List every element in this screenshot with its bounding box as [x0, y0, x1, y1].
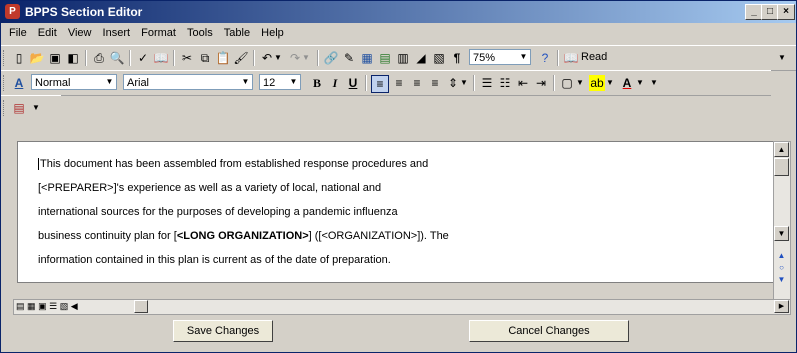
undo-dropdown-icon[interactable]: ▼	[273, 50, 283, 66]
select-browse-object-icon[interactable]: ○	[774, 262, 789, 274]
align-right-icon[interactable]: ≡	[409, 75, 425, 91]
align-left-icon[interactable]: ≡	[371, 75, 389, 93]
text-cursor	[38, 158, 39, 171]
scroll-right-button[interactable]: ▶	[774, 300, 789, 313]
menu-tools[interactable]: Tools	[183, 25, 217, 41]
open-folder-icon[interactable]: 📂	[29, 50, 45, 66]
align-center-icon[interactable]: ≡	[391, 75, 407, 91]
formatting-toolbar: A Normal ▼ Arial ▼ 12 ▼ B I U ≡ ≡ ≡ ≡ ⇕ ▼ ☰…	[1, 70, 771, 96]
view-buttons: ▤ ▦ ▣ ☰ ▧ ◀	[16, 300, 78, 313]
bold-icon[interactable]: B	[309, 75, 325, 91]
borders-dropdown-icon[interactable]: ▼	[575, 75, 585, 91]
show-hide-icon[interactable]: ¶	[449, 50, 465, 66]
tables-borders-icon[interactable]: ✎	[341, 50, 357, 66]
font-color-dropdown-icon[interactable]: ▼	[635, 75, 645, 91]
web-layout-icon[interactable]: ▦	[27, 301, 36, 311]
font-color-icon[interactable]: A	[619, 75, 635, 91]
paragraph-line: This document has been assembled from es…	[38, 158, 429, 171]
menu-help[interactable]: Help	[257, 25, 288, 41]
zoom-select[interactable]: 75% ▼	[469, 49, 531, 65]
menu-bar: File Edit View Insert Format Tools Table…	[5, 25, 792, 43]
highlight-icon[interactable]: ab	[589, 75, 605, 91]
document-map-icon[interactable]: ▧	[431, 50, 447, 66]
standard-toolbar: ▯ 📂 ▣ ◧ ⎙ 🔍 ✓ 📖 ✂ ⧉ 📋 🖌 ↶ ▼ ↷ ▼ 🔗 ✎ ▦ ▤ …	[1, 45, 796, 71]
save-changes-button[interactable]: Save Changes	[173, 320, 273, 342]
styles-formatting-icon[interactable]: A	[11, 75, 27, 91]
borders-icon[interactable]: ▢	[559, 75, 575, 91]
reading-layout-icon[interactable]: ▧	[60, 301, 69, 311]
underline-icon[interactable]: U	[345, 75, 361, 91]
font-size-select[interactable]: 12 ▼	[259, 74, 301, 90]
next-page-icon[interactable]: ▼	[774, 274, 789, 286]
font-select[interactable]: Arial ▼	[123, 74, 253, 90]
menu-insert[interactable]: Insert	[99, 25, 135, 41]
insert-table-icon[interactable]: ▦	[359, 50, 375, 66]
new-document-icon[interactable]: ▯	[11, 50, 27, 66]
scroll-thumb[interactable]	[774, 158, 789, 176]
print-icon[interactable]: ⎙	[91, 50, 107, 66]
toolbar-options-icon[interactable]: ▼	[777, 50, 787, 66]
insert-excel-icon[interactable]: ▤	[377, 50, 393, 66]
horizontal-scroll-thumb[interactable]	[134, 300, 148, 313]
paste-icon[interactable]: 📋	[215, 50, 231, 66]
app-icon: P	[5, 4, 20, 19]
save-icon[interactable]: ▣	[47, 50, 63, 66]
cancel-changes-button[interactable]: Cancel Changes	[469, 320, 629, 342]
menu-format[interactable]: Format	[137, 25, 180, 41]
columns-icon[interactable]: ▥	[395, 50, 411, 66]
format-painter-icon[interactable]: 🖌	[233, 50, 249, 66]
menu-edit[interactable]: Edit	[34, 25, 61, 41]
paragraph-line: international sources for the purposes o…	[38, 206, 398, 218]
increase-indent-icon[interactable]: ⇥	[533, 75, 549, 91]
scroll-up-button[interactable]: ▲	[774, 142, 789, 157]
drawing-icon[interactable]: ◢	[413, 50, 429, 66]
read-icon[interactable]: 📖	[563, 50, 579, 66]
paragraph-line: information contained in this plan is cu…	[38, 254, 391, 266]
hyperlink-icon[interactable]: 🔗	[323, 50, 339, 66]
help-icon[interactable]: ?	[537, 50, 553, 66]
button-row: Save Changes Cancel Changes	[1, 317, 796, 347]
outline-view-icon[interactable]: ☰	[49, 301, 57, 311]
print-layout-icon[interactable]: ▣	[38, 301, 47, 311]
permission-icon[interactable]: ◧	[65, 50, 81, 66]
window-title: BPPS Section Editor	[25, 5, 143, 19]
numbering-icon[interactable]: ☰	[479, 75, 495, 91]
decrease-indent-icon[interactable]: ⇤	[515, 75, 531, 91]
scroll-left-icon[interactable]: ◀	[71, 301, 78, 311]
title-bar: P BPPS Section Editor _ □ ×	[1, 1, 796, 23]
italic-icon[interactable]: I	[327, 75, 343, 91]
read-label[interactable]: Read	[581, 51, 607, 63]
print-preview-icon[interactable]: 🔍	[109, 50, 125, 66]
highlight-dropdown-icon[interactable]: ▼	[605, 75, 615, 91]
scroll-down-button[interactable]: ▼	[774, 226, 789, 241]
copy-icon[interactable]: ⧉	[197, 50, 213, 66]
paragraph-line: [<PREPARER>]'s experience as well as a v…	[38, 182, 382, 194]
normal-view-icon[interactable]: ▤	[16, 301, 25, 311]
editor-window: P BPPS Section Editor _ □ × File Edit Vi…	[0, 0, 797, 353]
menu-file[interactable]: File	[5, 25, 31, 41]
menu-view[interactable]: View	[64, 25, 96, 41]
horizontal-scrollbar[interactable]: ▤ ▦ ▣ ☰ ▧ ◀ ▶	[13, 299, 791, 315]
close-button[interactable]: ×	[777, 4, 795, 20]
line-spacing-dropdown-icon[interactable]: ▼	[459, 75, 469, 91]
justify-icon[interactable]: ≡	[427, 75, 443, 91]
spelling-icon[interactable]: ✓	[135, 50, 151, 66]
extra-toolbar: ▤ ▼	[1, 95, 61, 120]
research-icon[interactable]: 📖	[153, 50, 169, 66]
previous-page-icon[interactable]: ▲	[774, 250, 789, 262]
toolbar-options-icon[interactable]: ▼	[31, 100, 41, 116]
style-select[interactable]: Normal ▼	[31, 74, 117, 90]
document-editor[interactable]: This document has been assembled from es…	[17, 141, 774, 283]
redo-dropdown-icon[interactable]: ▼	[301, 50, 311, 66]
menu-table[interactable]: Table	[220, 25, 254, 41]
paragraph-line: business continuity plan for [<LONG ORGA…	[38, 230, 449, 242]
cut-icon[interactable]: ✂	[179, 50, 195, 66]
insert-field-icon[interactable]: ▤	[11, 100, 27, 116]
toolbar-options-icon[interactable]: ▼	[649, 75, 659, 91]
bullets-icon[interactable]: ☷	[497, 75, 513, 91]
vertical-scrollbar[interactable]: ▲ ▼ ▲ ○ ▼	[773, 141, 791, 300]
